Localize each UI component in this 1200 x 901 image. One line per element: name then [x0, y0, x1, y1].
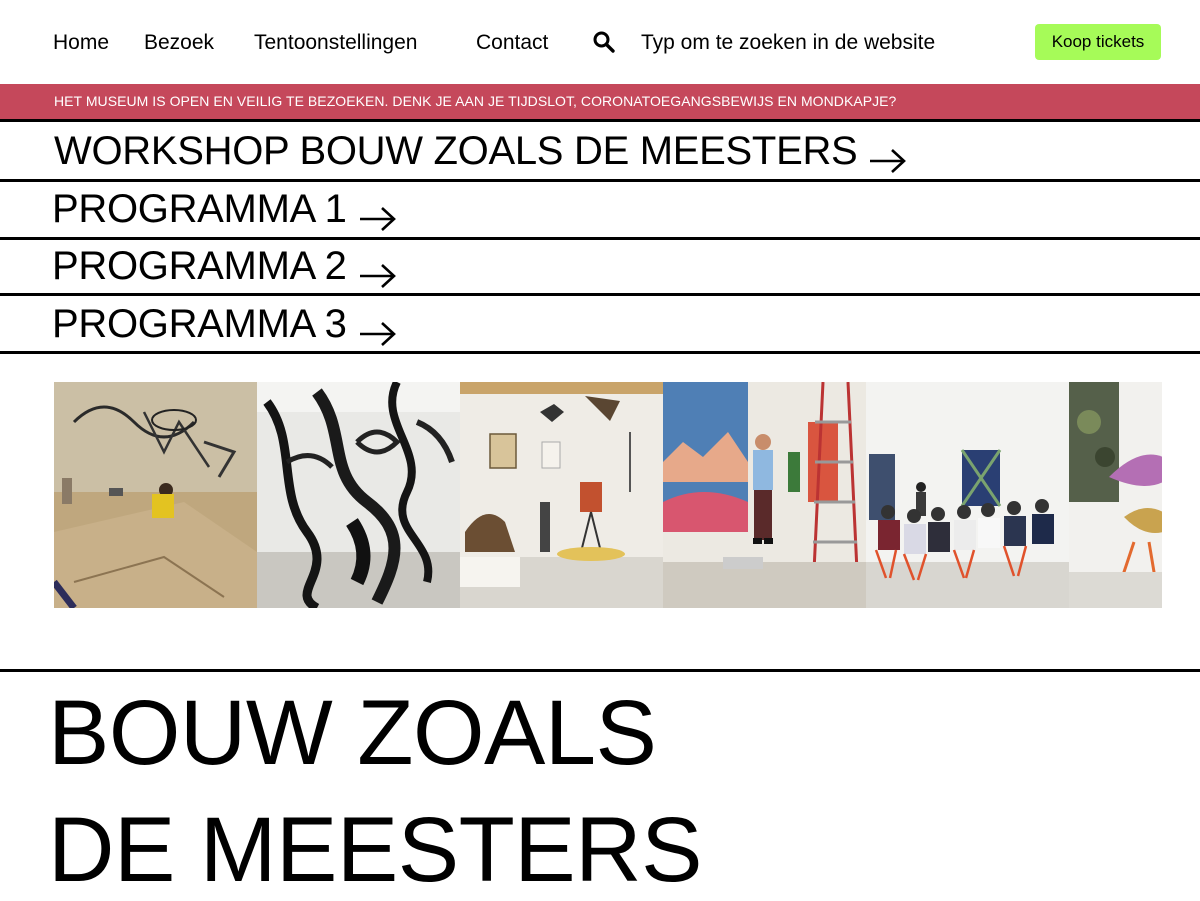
divider	[0, 351, 1200, 354]
nav-contact[interactable]: Contact	[476, 31, 548, 55]
link-workshop[interactable]: WORKSHOP BOUW ZOALS DE MEESTERS	[0, 122, 1200, 177]
link-programma-2[interactable]: PROGRAMMA 2	[0, 240, 1200, 295]
photo-sculpture-room	[257, 382, 460, 608]
photo-visitors-seated	[866, 382, 1069, 608]
link-programma-2-label: PROGRAMMA 2	[52, 244, 347, 288]
nav-home[interactable]: Home	[53, 31, 109, 55]
page-title-line-2: DE MEESTERS	[48, 799, 702, 901]
photo-strip	[54, 382, 1162, 608]
search-input[interactable]: Typ om te zoeken in de website	[641, 31, 935, 55]
arrow-right-icon	[359, 252, 397, 289]
link-programma-3[interactable]: PROGRAMMA 3	[0, 296, 1200, 351]
link-programma-3-label: PROGRAMMA 3	[52, 302, 347, 346]
buy-tickets-button[interactable]: Koop tickets	[1035, 24, 1161, 60]
page-title-line-1: BOUW ZOALS	[48, 682, 657, 784]
search-icon[interactable]	[592, 30, 616, 54]
link-programma-1-label: PROGRAMMA 1	[52, 187, 347, 231]
arrow-right-icon	[869, 137, 907, 174]
photo-painter-studio	[663, 382, 866, 608]
link-workshop-label: WORKSHOP BOUW ZOALS DE MEESTERS	[54, 129, 858, 173]
notice-text: HET MUSEUM IS OPEN EN VEILIG TE BEZOEKEN…	[54, 93, 897, 109]
arrow-right-icon	[359, 310, 397, 347]
arrow-right-icon	[359, 195, 397, 232]
nav-tentoonstellingen[interactable]: Tentoonstellingen	[254, 31, 417, 55]
link-programma-1[interactable]: PROGRAMMA 1	[0, 182, 1200, 237]
photo-colourful-sculpture	[1069, 382, 1162, 608]
photo-gallery-objects	[460, 382, 663, 608]
photo-workshop-paper	[54, 382, 257, 608]
divider	[0, 669, 1200, 672]
notice-banner: HET MUSEUM IS OPEN EN VEILIG TE BEZOEKEN…	[0, 84, 1200, 119]
nav-bezoek[interactable]: Bezoek	[144, 31, 214, 55]
